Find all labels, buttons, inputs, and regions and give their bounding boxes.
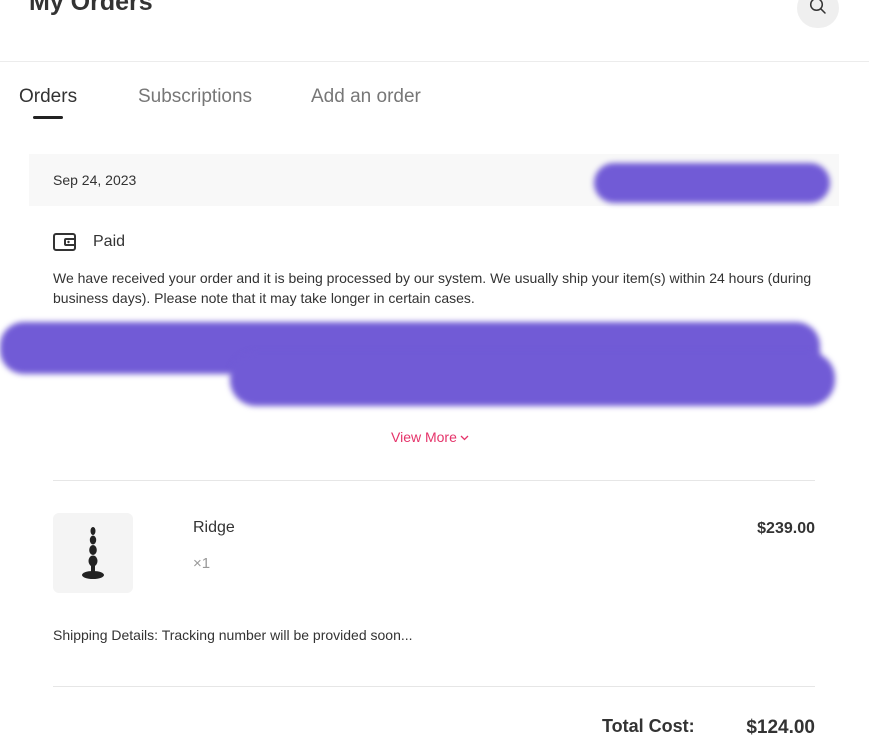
- chevron-down-icon: [457, 429, 469, 445]
- orders-page: My Orders Orders Subscriptions Add an or…: [0, 0, 869, 751]
- tab-orders[interactable]: Orders: [19, 86, 77, 108]
- redacted-order-number: [594, 163, 830, 203]
- view-more-link[interactable]: View More: [391, 429, 469, 445]
- divider-bottom: [53, 686, 815, 687]
- divider-top: [53, 480, 815, 481]
- product-image-icon: [82, 527, 104, 579]
- order-status-message: We have received your order and it is be…: [53, 270, 812, 306]
- search-icon: [809, 0, 827, 20]
- total-cost-value: $124.00: [746, 717, 815, 738]
- active-tab-indicator: [33, 116, 63, 119]
- product-price: $239.00: [757, 520, 815, 537]
- search-button[interactable]: [797, 0, 839, 28]
- product-name[interactable]: Ridge: [193, 519, 235, 537]
- view-more-label: View More: [391, 429, 457, 445]
- page-title: My Orders: [29, 0, 153, 16]
- header-divider: [0, 61, 869, 62]
- wallet-icon: [53, 233, 77, 256]
- product-quantity: ×1: [193, 555, 211, 572]
- redacted-details-extra: [230, 352, 835, 406]
- tab-subscriptions[interactable]: Subscriptions: [138, 86, 252, 108]
- order-status-label: Paid: [93, 233, 126, 250]
- product-thumbnail[interactable]: [53, 513, 133, 593]
- shipping-details: Shipping Details: Tracking number will b…: [53, 627, 413, 643]
- total-cost-label: Total Cost:: [602, 716, 695, 736]
- order-date: Sep 24, 2023: [53, 172, 137, 188]
- tab-add-an-order[interactable]: Add an order: [311, 86, 421, 108]
